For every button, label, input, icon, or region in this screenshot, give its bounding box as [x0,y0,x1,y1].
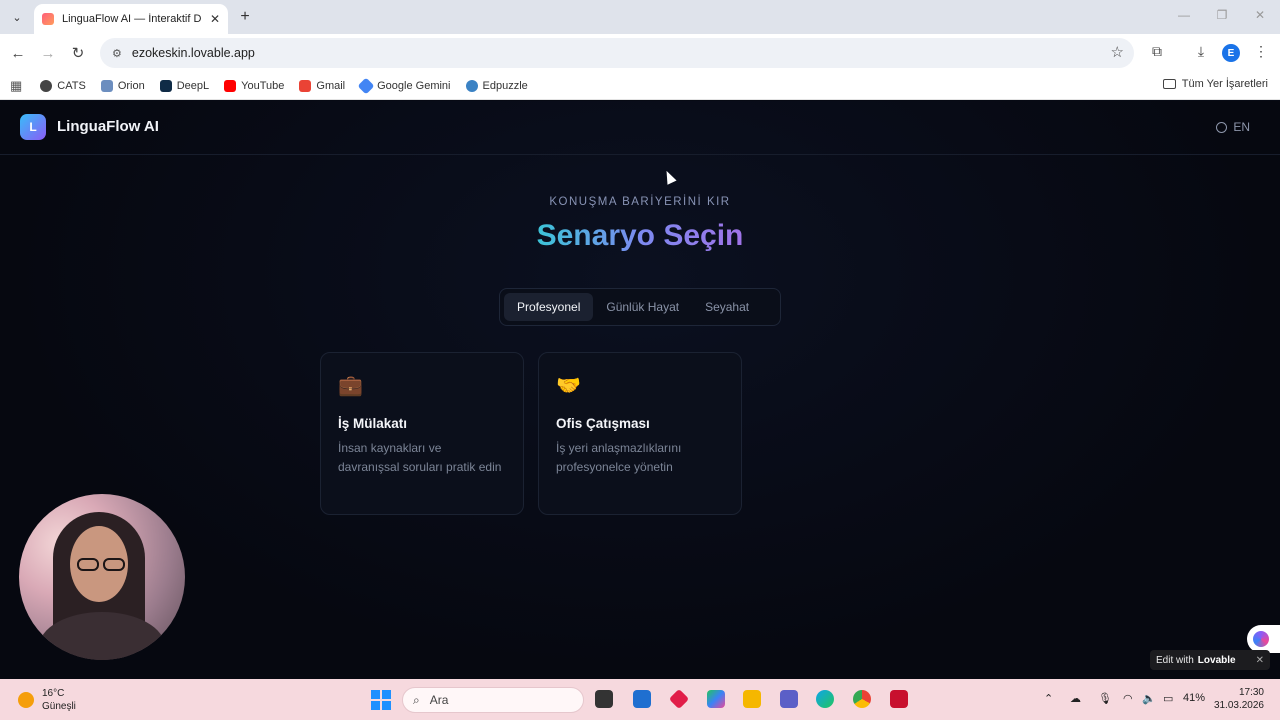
language-code: EN [1233,120,1250,134]
tab-search-chevron-icon[interactable]: ⌄ [6,6,28,28]
bookmark-google-gemini[interactable]: Google Gemini [357,77,451,94]
battery-percent: 41% [1183,692,1206,704]
gmail-icon [299,79,312,92]
bookmark-edpuzzle[interactable]: Edpuzzle [465,79,528,92]
bookmark-deepl[interactable]: DeepL [159,79,209,92]
window-minimize-icon[interactable]: — [1174,8,1194,22]
edge-icon[interactable] [816,690,834,708]
app-page: L LinguaFlow AI EN KONUŞMA BARİYERİNİ KI… [0,101,1280,679]
app-logo[interactable]: L [20,114,46,140]
folder-icon [1162,79,1176,89]
windows-start-icon[interactable] [371,690,391,710]
bookmark-gmail[interactable]: Gmail [299,79,345,92]
new-tab-plus-icon[interactable]: + [234,6,256,28]
clock-date: 31.03.2026 [1213,700,1264,711]
tab-seyahat[interactable]: Seyahat [692,293,762,321]
clock-time: 17:30 [1238,687,1264,698]
address-bar[interactable]: ⚙ ezokeskin.lovable.app ☆ [100,38,1134,68]
apps-grid-icon[interactable]: ▦ [10,78,22,94]
store-icon[interactable] [633,690,651,708]
app-diamond-icon[interactable] [668,688,690,710]
lovable-floating-button[interactable] [1247,625,1280,653]
bookmark-cats[interactable]: CATS [40,79,86,92]
orion-icon [100,79,113,92]
bookmark-youtube[interactable]: YouTube [224,79,284,92]
wifi-icon[interactable]: ◠ [1123,692,1133,705]
lovable-wordmark: Lovable [1197,654,1236,666]
browser-tab-strip: ⌄ LinguaFlow AI — İnteraktif Dil P ✕ + —… [0,0,1280,34]
tab-title: LinguaFlow AI — İnteraktif Dil P [62,13,202,25]
gemini-sparkle-icon [357,77,375,94]
extensions-puzzle-icon[interactable]: ⧉ [1147,43,1167,60]
back-arrow-icon[interactable]: ← [7,42,29,64]
window-close-icon[interactable]: ✕ [1250,8,1270,22]
mcafee-icon[interactable] [890,690,908,708]
search-icon: ⌕ [413,692,420,707]
edit-with-lovable-badge[interactable]: Edit with Lovable ✕ [1150,650,1270,670]
card-description: İnsan kaynakları ve davranışsal soruları… [338,441,502,474]
weather-condition: Güneşli [42,701,76,712]
scenario-card-is-mulakati[interactable]: 💼 İş Mülakatı İnsan kaynakları ve davran… [320,352,524,515]
tab-close-icon[interactable]: ✕ [210,12,220,26]
teams-icon[interactable] [780,690,798,708]
download-icon[interactable]: ⤓ [1191,43,1211,60]
tab-gunluk-hayat[interactable]: Günlük Hayat [593,293,692,321]
deepl-icon [159,79,172,92]
chrome-icon[interactable] [853,690,871,708]
scenario-category-tabs: Profesyonel Günlük Hayat Seyahat [499,288,781,326]
bookmarks-bar: ▦ CATS Orion DeepL YouTube Gmail Google … [0,72,1280,100]
weather-widget[interactable]: 16°C Güneşli [18,687,76,713]
volume-icon[interactable]: 🔈 [1142,692,1156,705]
forward-arrow-icon[interactable]: → [37,42,59,64]
language-switcher[interactable]: EN [1216,120,1250,134]
card-title: İş Mülakatı [338,416,408,431]
cloud-icon[interactable]: ☁ [1070,692,1081,705]
youtube-icon [224,79,237,92]
file-explorer-icon[interactable] [743,690,761,708]
lovable-logo-icon [1253,631,1269,647]
reload-icon[interactable]: ↻ [67,42,89,64]
browser-toolbar: ← → ↻ ⚙ ezokeskin.lovable.app ☆ ⧉ ⤓ ⋮ [0,34,1280,72]
browser-tab-active[interactable]: LinguaFlow AI — İnteraktif Dil P ✕ [34,4,228,34]
edpuzzle-icon [465,79,478,92]
bookmark-orion[interactable]: Orion [100,79,145,92]
kebab-menu-icon[interactable]: ⋮ [1251,43,1271,60]
window-restore-icon[interactable]: ❐ [1212,8,1232,22]
handshake-icon: 🤝 [556,375,581,397]
battery-icon[interactable]: ▭ [1163,692,1173,705]
url-text: ezokeskin.lovable.app [131,46,255,60]
section-eyebrow: KONUŞMA BARİYERİNİ KIR [549,196,731,208]
briefcase-icon: 💼 [338,375,363,397]
site-info-icon[interactable]: ⚙ [112,47,122,60]
bookmark-star-icon[interactable]: ☆ [1111,43,1124,61]
system-clock[interactable]: 17:30 31.03.2026 [1214,686,1264,712]
microphone-icon[interactable]: 🎙 [1098,692,1112,705]
all-bookmarks[interactable]: Tüm Yer İşaretleri [1162,78,1268,90]
cats-icon [40,79,53,92]
webcam-overlay [19,494,185,660]
temperature: 16°C [42,688,65,699]
app-header: L LinguaFlow AI EN [0,101,1280,155]
lovable-favicon-icon [42,13,54,25]
search-placeholder: Ara [429,693,449,707]
taskbar-search[interactable]: ⌕ Ara [402,687,584,713]
task-view-icon[interactable] [595,690,613,708]
globe-icon [1216,121,1228,133]
windows-taskbar: 16°C Güneşli ⌕ Ara ⌃ ☁ 🎙 ◠ 🔈 ▭ 41% 17:30… [0,679,1280,720]
profile-avatar[interactable]: E [1222,44,1240,62]
card-description: İş yeri anlaşmazlıklarını profesyonelce … [556,441,682,474]
card-title: Ofis Çatışması [556,416,650,431]
tray-chevron-icon[interactable]: ⌃ [1044,692,1053,705]
page-title: Senaryo Seçin [536,219,744,252]
tab-profesyonel[interactable]: Profesyonel [504,293,594,321]
badge-close-icon[interactable]: ✕ [1256,655,1264,666]
brand-name[interactable]: LinguaFlow AI [57,118,159,135]
scenario-card-ofis-catismasi[interactable]: 🤝 Ofis Çatışması İş yeri anlaşmazlıkları… [538,352,742,515]
copilot-icon[interactable] [707,690,725,708]
sun-icon [18,692,34,708]
